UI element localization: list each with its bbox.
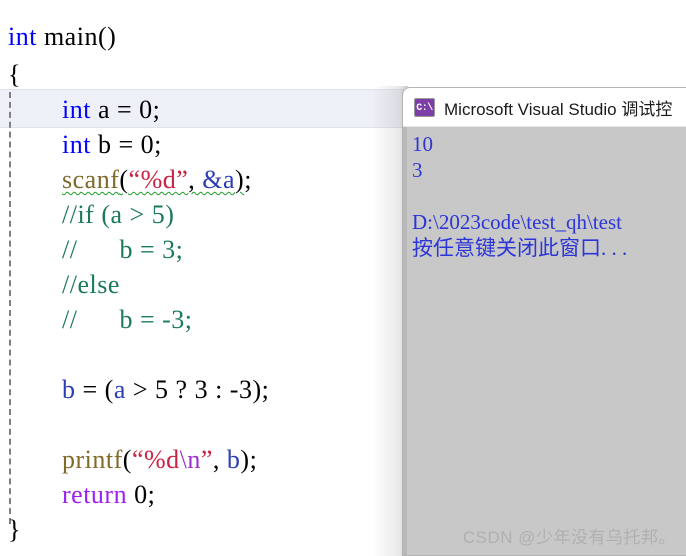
code-token: &a	[202, 165, 236, 194]
code-token: //if (a > 5)	[62, 200, 175, 229]
code-line-content: return 0;	[58, 476, 155, 514]
code-token: )	[235, 165, 245, 194]
code-token: ;	[244, 165, 252, 194]
console-app-icon: C:\	[414, 97, 435, 117]
code-line-content: int a = 0;	[58, 91, 160, 129]
code-token: // b = 3;	[62, 235, 184, 264]
code-line[interactable]: int main()	[0, 18, 686, 56]
code-token: ,	[212, 445, 227, 474]
code-token: int	[62, 130, 91, 159]
code-token: ()	[97, 22, 117, 51]
code-token: scanf	[62, 165, 120, 194]
code-token: {	[8, 60, 21, 89]
console-left-edge-bar	[403, 127, 407, 555]
console-output-line: 3	[412, 158, 423, 182]
code-token: //else	[62, 270, 120, 299]
code-token: = (	[75, 375, 114, 404]
screenshot-root: int main(){int a = 0; int b = 0; scanf(“%d…	[0, 0, 686, 556]
code-line-content: // b = -3;	[58, 301, 193, 339]
code-token: return	[62, 480, 128, 509]
code-line-content	[58, 406, 69, 444]
console-output-lines: 10 3 D:\2023code\test_qh\test 按任意键关闭此窗口. .…	[412, 131, 686, 261]
code-line-content: // b = 3;	[58, 231, 183, 269]
code-token: }	[8, 515, 21, 544]
code-line-content	[58, 336, 69, 374]
code-token: a = 0;	[90, 95, 161, 124]
code-token: int	[62, 95, 91, 124]
console-output-line: 10	[412, 132, 433, 156]
code-token: b = 0;	[90, 130, 162, 159]
code-line-content: //if (a > 5)	[58, 196, 174, 234]
code-token: ,	[188, 165, 203, 194]
code-token: b	[226, 445, 241, 474]
code-line-content: b = (a > 5 ? 3 : -3);	[58, 371, 269, 409]
debug-console-window[interactable]: C:\ Microsoft Visual Studio 调试控 10 3 D:\2…	[402, 87, 686, 556]
code-token: int	[8, 22, 37, 51]
console-title-bar[interactable]: C:\ Microsoft Visual Studio 调试控	[403, 88, 686, 127]
code-token: (	[119, 165, 129, 194]
code-token: “%d	[131, 445, 180, 474]
code-token: (	[122, 445, 132, 474]
code-line-content: //else	[58, 266, 120, 304]
code-token: ”	[200, 445, 213, 474]
csdn-watermark: CSDN @少年没有乌托邦。	[462, 528, 676, 547]
code-line-content: printf(“%d\n”, b);	[58, 441, 257, 479]
console-output-line: D:\2023code\test_qh\test	[412, 210, 622, 234]
code-token: b	[62, 375, 76, 404]
code-token: > 5 ? 3 : -3);	[125, 375, 270, 404]
code-line-content: scanf(“%d”, &a);	[58, 161, 252, 199]
code-line-content: int main()	[4, 18, 116, 56]
code-line-content: }	[4, 511, 21, 549]
console-output-line: 按任意键关闭此窗口. . .	[412, 236, 628, 260]
console-output-area[interactable]: 10 3 D:\2023code\test_qh\test 按任意键关闭此窗口. .…	[403, 127, 686, 555]
code-token: main	[43, 22, 98, 51]
code-token: printf	[62, 445, 123, 474]
code-token: \n	[179, 445, 201, 474]
code-token: );	[240, 445, 258, 474]
code-line-content: {	[4, 56, 21, 94]
code-token: 0;	[127, 480, 156, 509]
code-token: “%d”	[128, 165, 189, 194]
code-token: // b = -3;	[62, 305, 193, 334]
code-line-content: int b = 0;	[58, 126, 162, 164]
console-window-title: Microsoft Visual Studio 调试控	[444, 99, 673, 119]
code-token: a	[113, 375, 126, 404]
